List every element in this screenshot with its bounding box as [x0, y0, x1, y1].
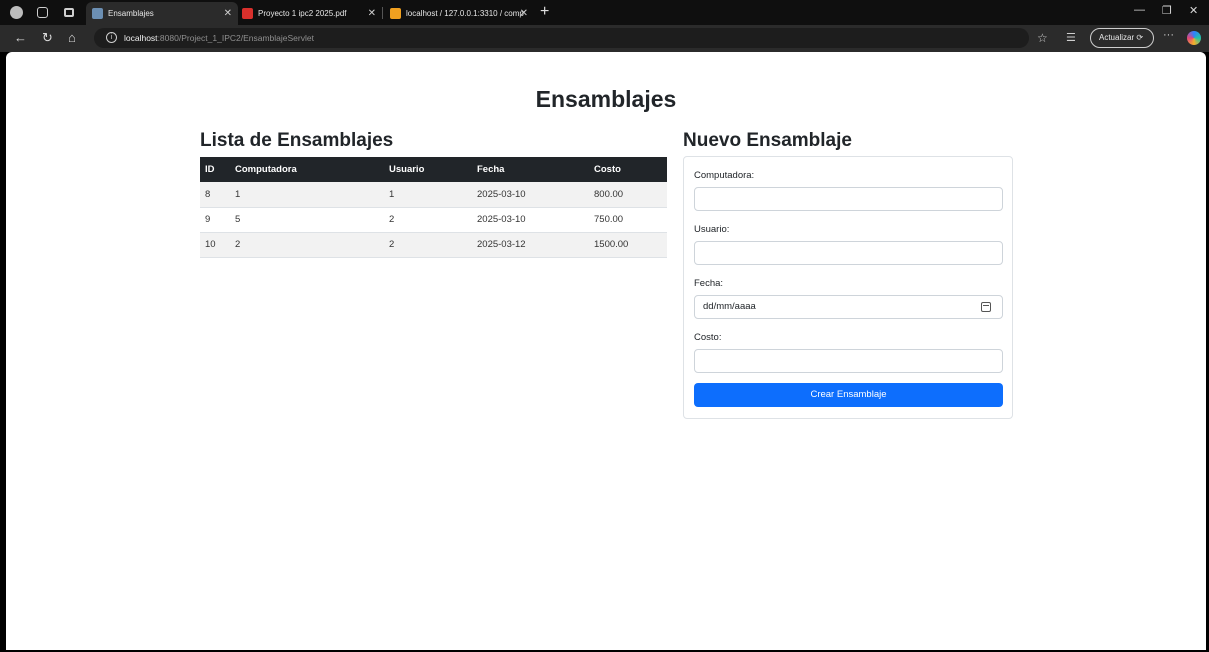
cell-fecha: 2025-03-10	[472, 207, 589, 233]
form-title: Nuevo Ensamblaje	[683, 130, 852, 151]
address-bar[interactable]: i localhost:8080/Project_1_IPC2/Ensambla…	[94, 28, 1029, 48]
page-viewport: Ensamblajes Lista de Ensamblajes Nuevo E…	[6, 52, 1206, 650]
fecha-input[interactable]: dd/mm/aaaa	[694, 295, 1003, 319]
update-label: Actualizar	[1099, 33, 1135, 42]
costo-input[interactable]	[694, 349, 1003, 373]
cell-fecha: 2025-03-10	[472, 182, 589, 208]
ensamblajes-table: ID Computadora Usuario Fecha Costo 8 1 1…	[200, 157, 667, 258]
tab-actions-icon[interactable]	[64, 8, 74, 17]
favorites-icon[interactable]: ☰	[1066, 31, 1076, 44]
column-header-fecha: Fecha	[472, 157, 589, 182]
cell-computadora: 1	[230, 182, 384, 208]
column-header-costo: Costo	[589, 157, 667, 182]
list-title: Lista de Ensamblajes	[200, 130, 394, 151]
close-tab-icon[interactable]: ✕	[368, 2, 376, 25]
cell-usuario: 2	[384, 207, 472, 233]
column-header-computadora: Computadora	[230, 157, 384, 182]
copilot-icon[interactable]	[1187, 31, 1201, 45]
url-text[interactable]: localhost:8080/Project_1_IPC2/Ensamblaje…	[124, 28, 314, 48]
phpmyadmin-favicon-icon	[390, 8, 401, 19]
crear-ensamblaje-button[interactable]: Crear Ensamblaje	[694, 383, 1003, 407]
new-tab-icon[interactable]: +	[540, 2, 549, 22]
column-header-usuario: Usuario	[384, 157, 472, 182]
costo-label: Costo:	[694, 332, 722, 343]
cell-id: 10	[200, 232, 230, 258]
star-icon[interactable]: ☆	[1037, 31, 1048, 45]
column-header-id: ID	[200, 157, 230, 182]
cell-costo: 1500.00	[589, 232, 667, 258]
back-icon[interactable]: ←	[14, 31, 27, 45]
cell-usuario: 2	[384, 232, 472, 258]
workspaces-icon[interactable]	[37, 7, 48, 18]
table-row: 8 1 1 2025-03-10 800.00	[200, 182, 667, 208]
close-window-icon[interactable]: ✕	[1189, 4, 1198, 17]
home-icon[interactable]: ⌂	[68, 31, 76, 45]
cell-costo: 750.00	[589, 207, 667, 233]
tab-label: Proyecto 1 ipc2 2025.pdf	[258, 9, 347, 18]
new-ensamblaje-form: Computadora: Usuario: Fecha: dd/mm/aaaa …	[683, 156, 1013, 419]
minimize-icon[interactable]: —	[1134, 4, 1145, 16]
cell-id: 9	[200, 207, 230, 233]
cell-computadora: 2	[230, 232, 384, 258]
profile-avatar[interactable]	[10, 6, 23, 19]
cell-computadora: 5	[230, 207, 384, 233]
cell-usuario: 1	[384, 182, 472, 208]
tab-label: localhost / 127.0.0.1:3310 / comp	[406, 9, 524, 18]
table-row: 10 2 2 2025-03-12 1500.00	[200, 232, 667, 258]
restore-icon[interactable]: ❐	[1162, 4, 1172, 17]
tab-phpmyadmin[interactable]: localhost / 127.0.0.1:3310 / comp ✕	[384, 2, 534, 25]
computadora-input[interactable]	[694, 187, 1003, 211]
table-row: 9 5 2 2025-03-10 750.00	[200, 207, 667, 233]
cell-fecha: 2025-03-12	[472, 232, 589, 258]
cell-costo: 800.00	[589, 182, 667, 208]
fecha-placeholder: dd/mm/aaaa	[703, 301, 756, 312]
url-path: :8080/Project_1_IPC2/EnsamblajeServlet	[157, 33, 314, 43]
tab-favicon	[92, 8, 103, 19]
refresh-icon[interactable]: ↻	[42, 31, 53, 45]
close-tab-icon[interactable]: ✕	[224, 2, 232, 25]
computadora-label: Computadora:	[694, 170, 755, 181]
cell-id: 8	[200, 182, 230, 208]
usuario-label: Usuario:	[694, 224, 730, 235]
calendar-icon[interactable]	[981, 302, 991, 312]
tab-pdf[interactable]: Proyecto 1 ipc2 2025.pdf ✕	[236, 2, 382, 25]
info-icon[interactable]: i	[106, 32, 117, 43]
fecha-label: Fecha:	[694, 278, 724, 289]
more-icon[interactable]: ···	[1163, 29, 1174, 41]
table-header-row: ID Computadora Usuario Fecha Costo	[200, 157, 667, 182]
toolbar: ← ↻ ⌂ i localhost:8080/Project_1_IPC2/En…	[0, 25, 1209, 52]
url-host: localhost	[124, 33, 158, 43]
usuario-input[interactable]	[694, 241, 1003, 265]
page-title: Ensamblajes	[535, 86, 677, 112]
tab-divider	[382, 7, 383, 19]
update-button[interactable]: Actualizar ⟳	[1090, 28, 1154, 48]
close-tab-icon[interactable]: ✕	[520, 2, 528, 25]
tab-strip: Ensamblajes ✕ Proyecto 1 ipc2 2025.pdf ✕…	[0, 0, 1209, 25]
pdf-favicon-icon	[242, 8, 253, 19]
tab-ensamblajes[interactable]: Ensamblajes ✕	[86, 2, 238, 25]
tab-label: Ensamblajes	[108, 9, 154, 18]
